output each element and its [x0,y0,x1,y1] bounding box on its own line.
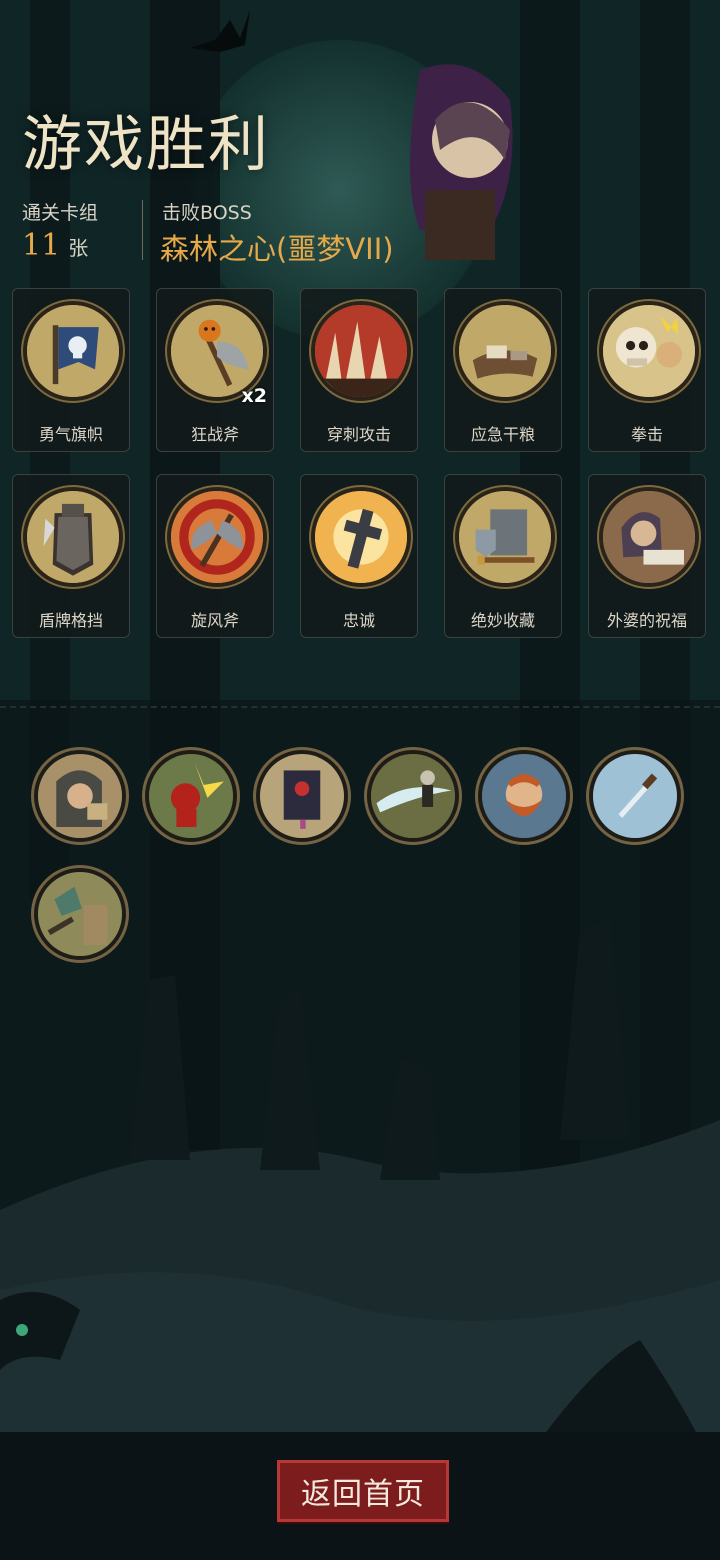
card-grid-row-2: 盾牌格挡 旋风斧 忠诚 绝妙收藏 外婆的祝福 [12,474,708,638]
rations-icon [455,301,555,401]
card-name: 旋风斧 [190,611,239,630]
treasure-collection-icon [455,487,555,587]
deck-count-group: 11 张 [22,228,88,263]
boss-name: 森林之心(噩梦VII) [160,232,394,266]
card-grid-row-1: 勇气旗帜 x2 狂战斧 穿刺攻击 应急干粮 拳击 [12,288,708,452]
card-grandma-blessing[interactable]: 外婆的祝福 [588,474,706,638]
dagger-icon[interactable] [589,750,681,842]
card-courage-banner[interactable]: 勇气旗帜 [12,288,130,452]
card-name: 拳击 [630,425,663,444]
dark-tome-icon[interactable] [256,750,348,842]
card-name: 盾牌格挡 [38,611,103,630]
skull-banner-icon [23,301,123,401]
card-name: 狂战斧 [190,425,239,444]
whirlwind-axe-icon [167,487,267,587]
card-name: 应急干粮 [470,425,535,444]
red-imp-icon[interactable] [145,750,237,842]
deck-unit: 张 [68,236,89,260]
section-divider [0,706,720,708]
victory-title: 游戏胜利 [22,110,270,180]
ruined-tower-icon[interactable] [34,868,126,960]
spikes-icon [311,301,411,401]
holy-cross-icon [311,487,411,587]
deck-count: 11 [22,228,61,263]
card-name: 绝妙收藏 [470,611,535,630]
slash-fighter-icon[interactable] [367,750,459,842]
grandma-reading-icon [599,487,699,587]
boss-label: 击败BOSS [162,202,252,224]
hooded-merchant-icon[interactable] [34,750,126,842]
shield-knight-icon [23,487,123,587]
card-name: 外婆的祝福 [606,611,687,630]
card-name: 穿刺攻击 [326,425,391,444]
card-name: 忠诚 [342,611,375,630]
return-home-button[interactable]: 返回首页 [277,1460,449,1522]
card-shield-block[interactable]: 盾牌格挡 [12,474,130,638]
card-whirlwind-axe[interactable]: 旋风斧 [156,474,274,638]
card-punch[interactable]: 拳击 [588,288,706,452]
card-berserker-axe[interactable]: x2 狂战斧 [156,288,274,452]
card-emergency-rations[interactable]: 应急干粮 [444,288,562,452]
card-name: 勇气旗帜 [38,425,103,444]
bearded-hero-icon[interactable] [478,750,570,842]
skeleton-punch-icon [599,301,699,401]
card-loyalty[interactable]: 忠诚 [300,474,418,638]
stats-divider [142,200,143,260]
deck-label: 通关卡组 [22,202,99,224]
card-count-badge: x2 [241,385,267,407]
card-wonderful-collection[interactable]: 绝妙收藏 [444,474,562,638]
relic-list [34,750,694,960]
card-pierce-attack[interactable]: 穿刺攻击 [300,288,418,452]
